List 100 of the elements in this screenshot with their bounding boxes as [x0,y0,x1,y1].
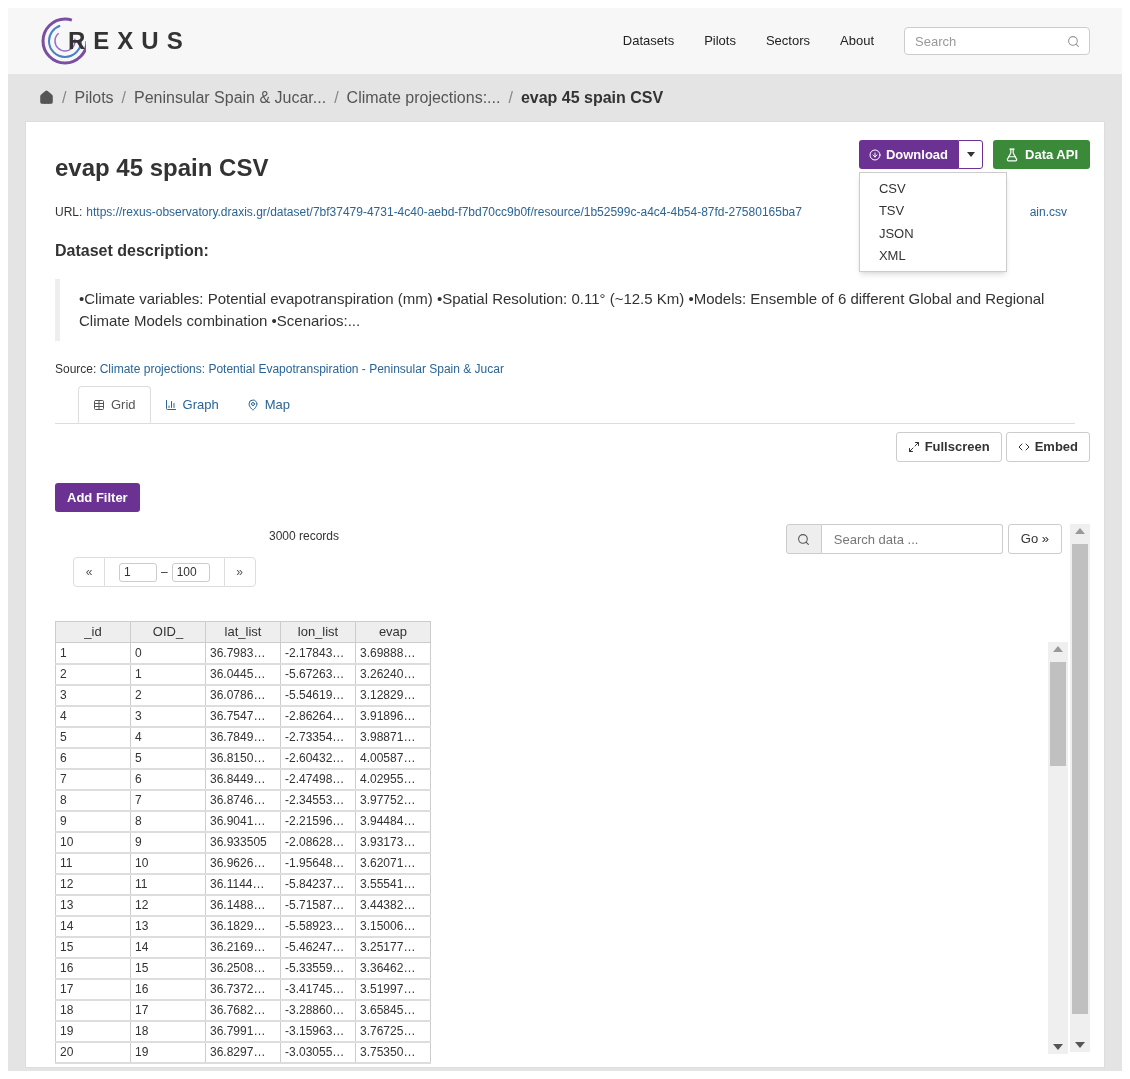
url-link[interactable]: https://rexus-observatory.draxis.gr/dataset/7bf37479-4731-4c40-aebd-f7bd70cc9b0f/resource/1b52599c-a4c4-4b54-87fd-27580165ba7 [86,203,802,221]
table-cell: -2.34553… [280,789,356,811]
column-header[interactable]: OID_ [130,621,206,643]
table-cell: -5.54619… [280,684,356,706]
table-cell: 6 [55,747,131,769]
column-header[interactable]: lon_list [280,621,356,643]
fullscreen-button[interactable]: Fullscreen [895,432,1002,462]
table-cell: 9 [130,831,206,853]
column-header[interactable]: lat_list [205,621,281,643]
table-cell: 16 [55,957,131,979]
table-cell: 36.7983… [205,642,281,664]
table-cell: -3.15963… [280,1020,356,1042]
table-cell: 36.1829… [205,915,281,937]
table-cell: -5.84237… [280,873,356,895]
table-cell: 19 [130,1041,206,1063]
table-cell: 9 [55,810,131,832]
add-filter-button[interactable]: Add Filter [55,483,140,512]
table-cell: 2 [130,684,206,706]
table-cell: 5 [55,726,131,748]
breadcrumb-link[interactable]: Peninsular Spain & Jucar... [134,85,327,110]
breadcrumb-link[interactable]: Pilots [74,85,114,110]
table-cell: -5.58923… [280,915,356,937]
previous-page-button[interactable]: « [73,557,105,587]
table-cell: 36.0445… [205,663,281,685]
view-tab[interactable]: Grid [78,386,151,423]
table-cell: 3.98871… [355,726,431,748]
table-cell: 3.36462… [355,957,431,979]
breadcrumb-link[interactable]: Climate projections:... [346,85,501,110]
table-cell: 8 [55,789,131,811]
table-cell: 10 [130,852,206,874]
nav-link[interactable]: Datasets [622,31,675,51]
table-cell: 12 [55,873,131,895]
table-cell: -2.21596… [280,810,356,832]
table-cell: 14 [55,915,131,937]
breadcrumb-separator: / [508,87,513,108]
table-cell: 3.26240… [355,663,431,685]
table-cell: 3.62071… [355,852,431,874]
download-button[interactable]: Download [858,140,958,169]
table-cell: 4.00587… [355,747,431,769]
breadcrumb-separator: / [62,87,67,108]
go-button[interactable]: Go » [1007,524,1062,554]
menu-item[interactable]: CSV [859,177,1006,200]
view-tab[interactable]: Graph [150,386,233,423]
nav-link[interactable]: Sectors [765,31,810,51]
url-label: URL: [55,204,83,221]
table-cell: -2.60432… [280,747,356,769]
table-cell: 36.2169… [205,936,281,958]
current-page-label: evap 45 spain CSV [520,87,664,108]
table-cell: -1.95648… [280,852,356,874]
source-link[interactable]: Climate projections: Potential Evapotranspiration - Peninsular Spain & Jucar [99,362,504,376]
table-cell: 5 [130,747,206,769]
table-cell: 3 [55,684,131,706]
column-header[interactable]: _id [55,621,131,643]
data-api-button[interactable]: Data API [993,140,1090,169]
menu-item[interactable]: JSON [859,222,1006,245]
table-cell: 36.7849… [205,726,281,748]
page-from-field[interactable]: 1 [119,562,157,582]
table-cell: 36.7372… [205,978,281,1000]
search-data-field[interactable]: Search data ... [821,524,1003,554]
breadcrumb-separator: / [121,87,127,108]
page-to-field[interactable]: 100 [171,562,210,582]
table-cell: 13 [130,915,206,937]
table-cell: 3.93173… [355,831,431,853]
table-cell: 15 [55,936,131,958]
table-cell: 3.12829… [355,684,431,706]
table-cell: -5.71587… [280,894,356,916]
table-cell: 3.15006… [355,915,431,937]
next-page-button[interactable]: » [223,557,256,587]
table-cell: -5.33559… [280,957,356,979]
table-cell: 36.7682… [205,999,281,1021]
section-heading: Dataset description: [55,241,209,261]
column-header[interactable]: evap [355,621,431,643]
table-cell: 3.51997… [355,978,431,1000]
table-cell: 3 [130,705,206,727]
menu-item[interactable]: TSV [859,199,1006,222]
embed-button[interactable]: Embed [1005,432,1090,462]
table-cell: 36.7991… [205,1020,281,1042]
table-cell: 8 [130,810,206,832]
table-cell: 3.69888… [355,642,431,664]
table-cell: 7 [55,768,131,790]
source-label: Source: [55,362,97,376]
logo-text: REXUS [68,26,191,56]
table-cell: 3.55541… [355,873,431,895]
view-tab[interactable]: Map [232,386,304,423]
url-link[interactable]: ain.csv [1029,203,1067,221]
nav-link[interactable]: About [840,31,874,51]
table-cell: -5.67263… [280,663,356,685]
table-cell: -2.17843… [280,642,356,664]
table-cell: 36.7547… [205,705,281,727]
menu-item[interactable]: XML [859,244,1006,267]
table-cell: 2 [55,663,131,685]
table-cell: 7 [130,789,206,811]
description-text: •Climate variables: Potential evapotranspiration (mm) •Spatial Resolution: 0.11° (~12.5 Km) •Models: Ensemble of 6 different Global and Regional Climate Models combination •Scenarios:... [79,289,1046,331]
search-field[interactable]: Search [904,27,1090,55]
table-cell: -2.08628… [280,831,356,853]
nav-link[interactable]: Pilots [704,31,736,51]
table-cell: 3.91896… [355,705,431,727]
table-cell: 36.8746… [205,789,281,811]
table-cell: 17 [130,999,206,1021]
table-cell: 36.8449… [205,768,281,790]
